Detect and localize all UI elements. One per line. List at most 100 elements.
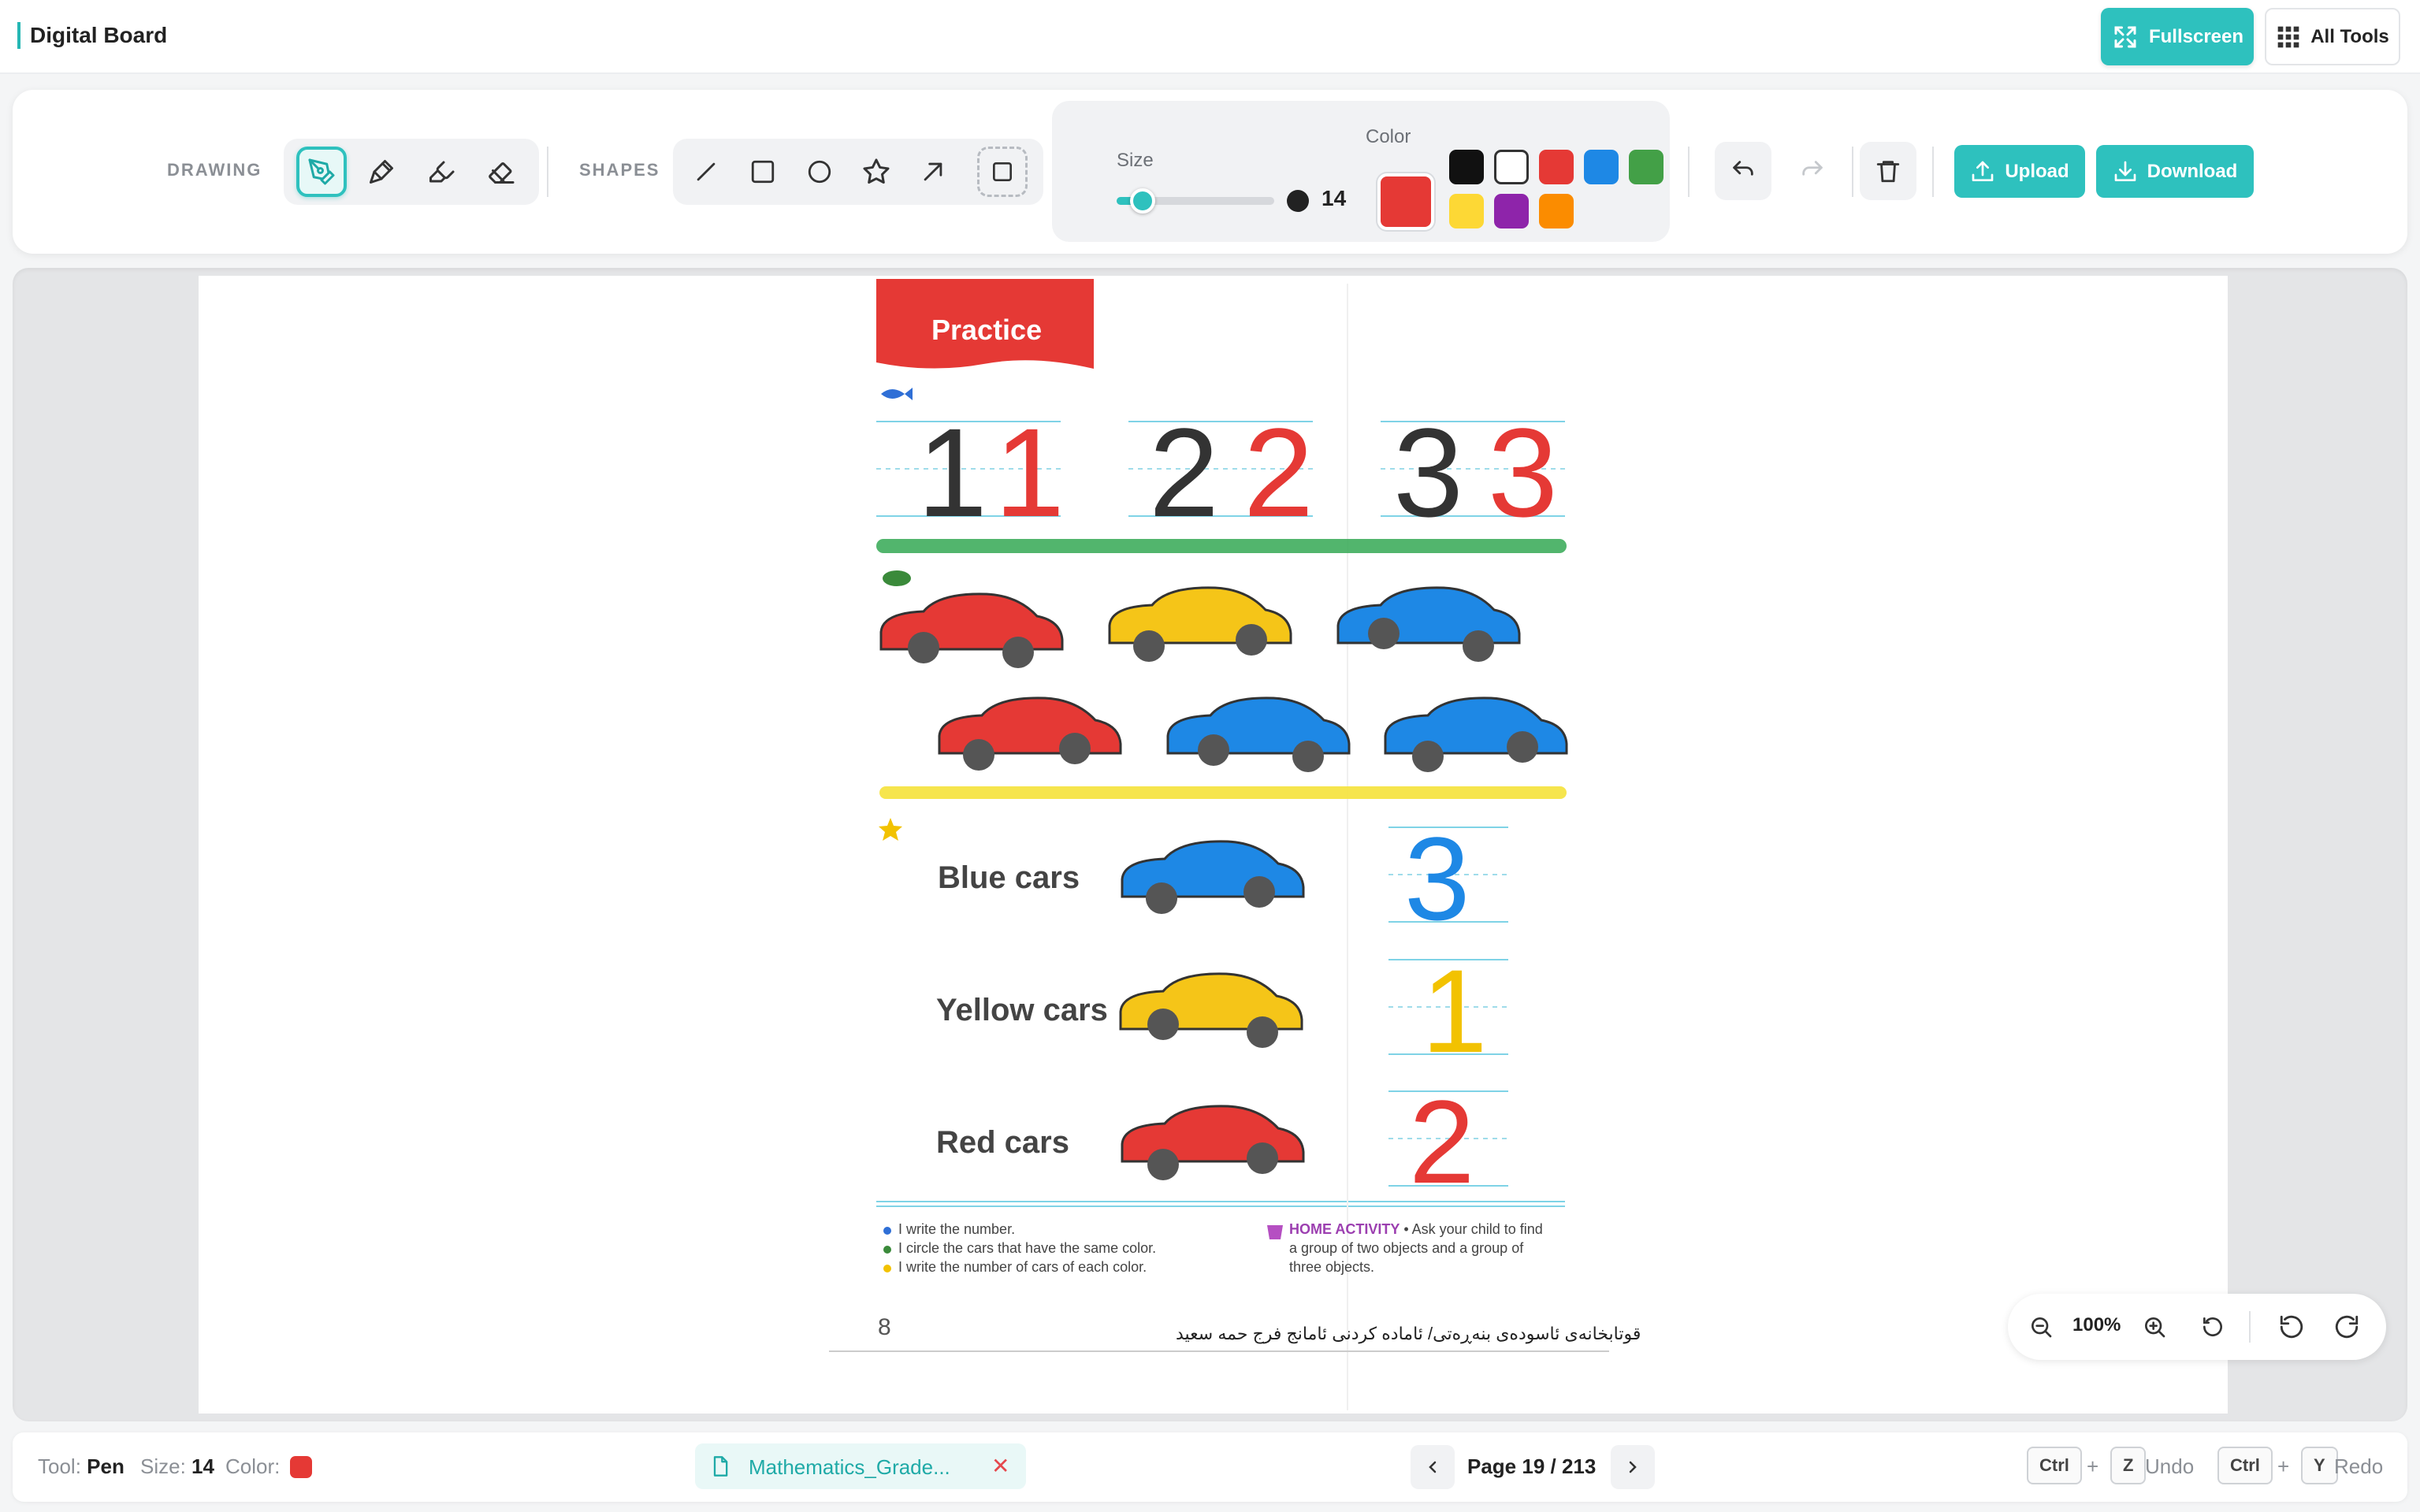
toolbar: DRAWING SHAPES Size 14 Color Upload Down…	[13, 90, 2407, 254]
car-red-1	[879, 593, 1064, 668]
color-swatch-purple[interactable]	[1494, 194, 1529, 228]
zoom-in-icon	[2145, 1317, 2165, 1338]
color-swatch-blue[interactable]	[1584, 150, 1619, 184]
home-activity-text: • Ask your child to find	[1403, 1221, 1543, 1237]
color-swatch-green[interactable]	[1629, 150, 1664, 184]
redo-button[interactable]	[1784, 142, 1841, 200]
zoom-in-button[interactable]	[2139, 1311, 2170, 1343]
answer-blue: 3	[1404, 812, 1470, 945]
file-tab[interactable]: Mathematics_Grade... ✕	[695, 1443, 1026, 1489]
fullscreen-button[interactable]: Fullscreen	[2101, 8, 2254, 65]
color-swatch-black[interactable]	[1449, 150, 1484, 184]
divider	[547, 147, 548, 197]
file-icon	[713, 1456, 728, 1477]
star-tool-button[interactable]	[851, 147, 901, 197]
fish-icon	[881, 388, 913, 400]
upload-icon	[1972, 161, 1994, 181]
footer-credit: قوتابخانەی ئاسودەی بنەڕەتی/ ئامادە کردنی…	[1176, 1324, 1641, 1343]
circle-tool-button[interactable]	[794, 147, 845, 197]
upload-label: Upload	[2005, 160, 2069, 182]
current-color-swatch[interactable]	[1377, 173, 1434, 230]
undo-icon	[1733, 161, 1753, 176]
highlighter-icon	[429, 161, 455, 183]
trash-icon	[1876, 161, 1900, 183]
color-swatch-red[interactable]	[1539, 150, 1574, 184]
undo-shortcut-plus: +	[2087, 1454, 2099, 1478]
yellow-divider	[879, 786, 1567, 799]
chevron-right-icon	[1629, 1461, 1637, 1473]
expand-icon	[2114, 26, 2136, 47]
drawing-label: DRAWING	[167, 160, 262, 180]
eraser-icon	[489, 162, 515, 184]
size-value: 14	[1322, 186, 1347, 210]
rotate-left-button[interactable]	[2276, 1311, 2307, 1343]
row-label-red: Red cars	[936, 1125, 1069, 1160]
digit-one-printed: 1	[917, 402, 987, 543]
note-2: I circle the cars that have the same col…	[898, 1240, 1157, 1256]
divider	[2249, 1311, 2251, 1343]
status-color: Color:	[225, 1454, 280, 1479]
circle-icon	[808, 160, 831, 184]
highlighter-tool-button[interactable]	[416, 147, 467, 197]
digit-three-printed: 3	[1393, 402, 1463, 543]
line-tool-button[interactable]	[681, 147, 731, 197]
reset-zoom-button[interactable]	[2197, 1311, 2229, 1343]
fullscreen-label: Fullscreen	[2148, 25, 2244, 47]
prev-page-button[interactable]	[1411, 1445, 1455, 1489]
download-label: Download	[2147, 160, 2238, 182]
color-swatch-white[interactable]	[1494, 150, 1529, 184]
document-page[interactable]: Practice 1 1 2 2 3 3 Blue cars 3 Yellow …	[199, 276, 2228, 1414]
digit-three-drawn: 3	[1488, 402, 1558, 543]
download-button[interactable]: Download	[2096, 145, 2254, 198]
undo-shortcut-ctrl: Ctrl	[2027, 1447, 2082, 1484]
undo-button[interactable]	[1715, 142, 1771, 200]
next-page-button[interactable]	[1611, 1445, 1655, 1489]
all-tools-button[interactable]: All Tools	[2265, 8, 2400, 65]
close-file-button[interactable]: ✕	[991, 1453, 1009, 1479]
rotate-right-button[interactable]	[2331, 1311, 2362, 1343]
shapes-label: SHAPES	[579, 160, 660, 180]
color-swatch-orange[interactable]	[1539, 194, 1574, 228]
car-red-2	[938, 697, 1122, 771]
rectangle-tool-button[interactable]	[738, 147, 788, 197]
note-3: I write the number of cars of each color…	[898, 1259, 1147, 1275]
marker-tool-button[interactable]	[356, 147, 407, 197]
size-color-panel: Size 14 Color	[1052, 101, 1670, 242]
size-slider-thumb[interactable]	[1130, 188, 1155, 214]
car-red-row	[1121, 1105, 1305, 1180]
arrow-icon	[924, 162, 942, 181]
page-indicator: Page 19 / 213	[1467, 1454, 1597, 1478]
undo-shortcut-key: Z	[2110, 1447, 2147, 1484]
select-tool-button[interactable]	[977, 147, 1028, 197]
star-icon	[863, 158, 890, 184]
app-title: Digital Board	[17, 22, 167, 49]
size-preview-dot	[1287, 190, 1309, 212]
digit-two-drawn: 2	[1243, 402, 1314, 543]
car-blue-1	[1336, 586, 1521, 662]
status-size: Size: 14	[140, 1454, 214, 1479]
star-marker-icon	[879, 818, 902, 841]
home-activity-text-2: a group of two objects and a group of	[1289, 1240, 1524, 1256]
pen-tool-button[interactable]	[296, 147, 347, 197]
redo-shortcut-key: Y	[2301, 1447, 2338, 1484]
size-slider[interactable]	[1117, 188, 1274, 214]
marker-icon	[370, 160, 393, 184]
upload-button[interactable]: Upload	[1954, 145, 2085, 198]
answer-yellow: 1	[1422, 945, 1488, 1077]
redo-shortcut-plus: +	[2277, 1454, 2290, 1478]
status-color-label: Color:	[225, 1454, 281, 1478]
divider	[1852, 147, 1853, 197]
clear-button[interactable]	[1860, 142, 1916, 200]
color-swatch-yellow[interactable]	[1449, 194, 1484, 228]
all-tools-label: All Tools	[2310, 25, 2389, 47]
car-yellow-1	[1108, 586, 1292, 662]
zoom-out-button[interactable]	[2025, 1311, 2057, 1343]
divider	[1688, 147, 1690, 197]
eraser-tool-button[interactable]	[476, 147, 526, 197]
arrow-tool-button[interactable]	[908, 147, 958, 197]
zoom-level: 100%	[2072, 1314, 2121, 1336]
home-icon	[1267, 1225, 1283, 1239]
divider	[1932, 147, 1934, 197]
drawing-tools	[284, 139, 539, 205]
redo-shortcut-label: Redo	[2334, 1454, 2384, 1478]
